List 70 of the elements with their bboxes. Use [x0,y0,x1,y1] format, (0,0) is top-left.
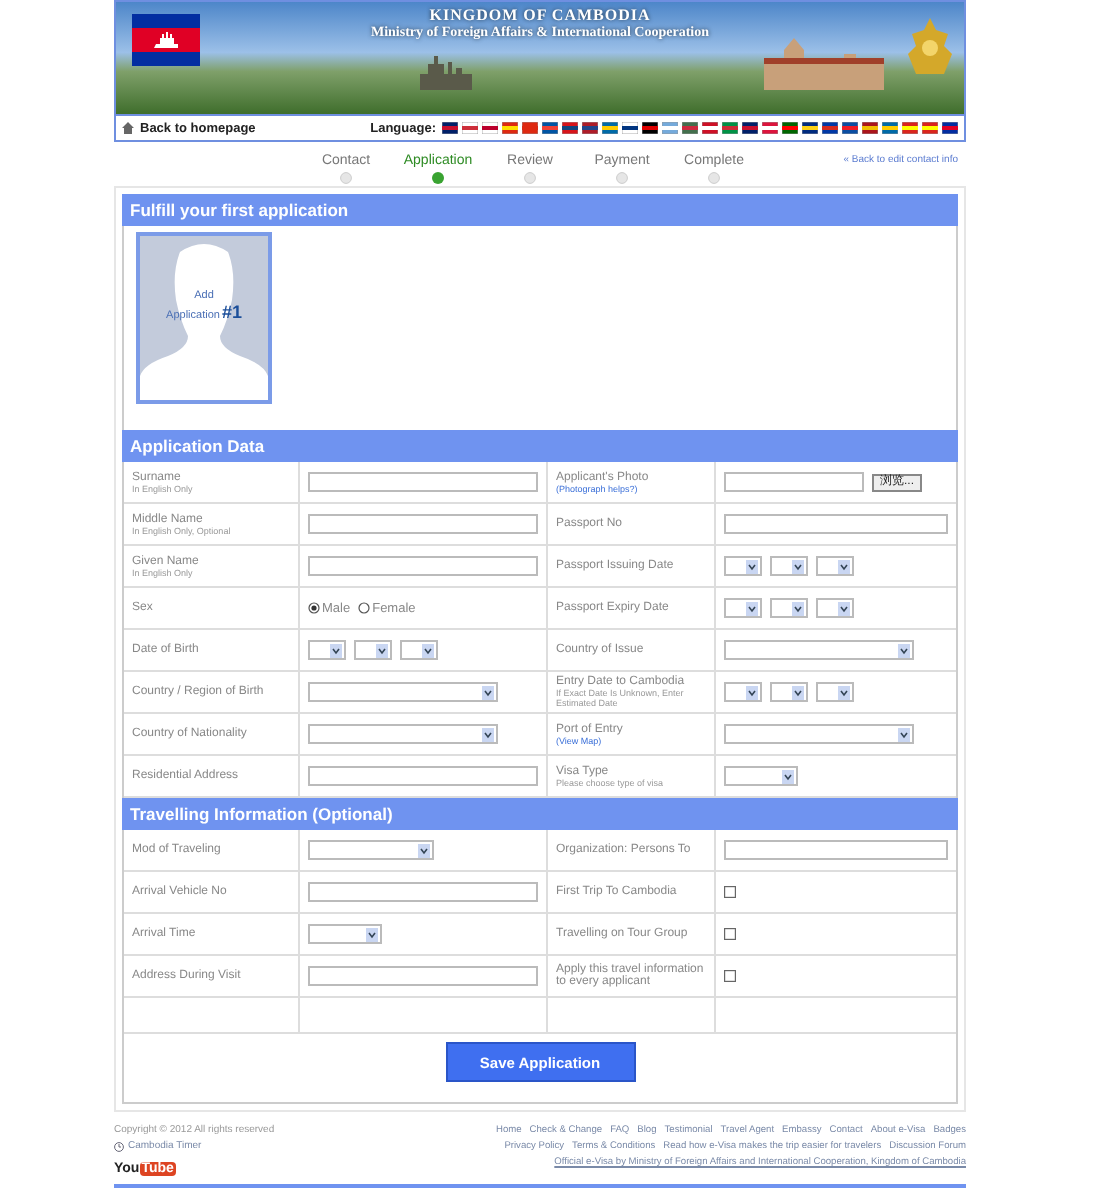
caret-icon [792,685,804,699]
dropdown[interactable] [770,556,808,576]
section-title: Application Data [130,436,265,456]
flag-icon[interactable] [622,122,638,134]
palace-drawing [764,38,884,90]
caret-icon [366,927,378,941]
input-field[interactable] [308,766,538,786]
flag-icon[interactable] [702,122,718,134]
input-field[interactable] [308,882,538,902]
caret-icon [746,559,758,573]
checkbox[interactable] [724,886,736,898]
flag-icon [132,14,200,66]
input-field[interactable] [308,556,538,576]
input-field[interactable] [724,840,948,860]
dropdown[interactable] [400,640,438,660]
dropdown[interactable] [724,724,914,744]
flag-icon[interactable] [462,122,478,134]
file-path-field[interactable] [724,472,864,492]
caret-icon [422,643,434,657]
emblem-icon [908,18,952,74]
caret-icon [838,685,850,699]
application-number: #1 [221,302,242,322]
dropdown[interactable] [724,640,914,660]
caret-icon [838,601,850,615]
dropdown[interactable] [724,766,798,786]
checkbox[interactable] [724,970,736,982]
home-icon [122,122,134,134]
caret-icon [376,643,388,657]
temple-drawing [416,50,476,90]
dropdown[interactable] [308,724,498,744]
radio-button[interactable] [308,602,320,614]
caret-icon [482,727,494,741]
checkbox[interactable] [724,928,736,940]
step-dot-icon [432,172,444,184]
dropdown[interactable] [308,924,382,944]
dropdown[interactable] [724,556,762,576]
dropdown[interactable] [816,598,854,618]
section-title: Travelling Information (Optional) [130,804,393,824]
dropdown[interactable] [770,598,808,618]
dropdown[interactable] [308,840,434,860]
flag-icon[interactable] [482,122,498,134]
caret-icon [792,601,804,615]
dropdown[interactable] [354,640,392,660]
caret-icon [746,601,758,615]
caret-icon [898,643,910,657]
caret-icon [782,769,794,783]
flag-icon[interactable] [802,122,818,134]
caret-icon [898,727,910,741]
flag-icon[interactable] [762,122,778,134]
input-field[interactable] [308,514,538,534]
radio-button[interactable] [358,602,371,614]
input-field[interactable] [308,966,538,986]
dropdown[interactable] [816,556,854,576]
input-field[interactable] [308,472,538,492]
caret-icon [482,685,494,699]
dropdown[interactable] [724,598,762,618]
caret-icon [792,559,804,573]
caret-icon [330,643,342,657]
section-title: Fulfill your first application [130,200,349,220]
caret-icon [838,559,850,573]
dropdown[interactable] [724,682,762,702]
clock-icon [114,1141,124,1151]
dropdown[interactable] [308,682,498,702]
dropdown[interactable] [770,682,808,702]
dropdown[interactable] [816,682,854,702]
site-title: KINGDOM OF CAMBODIA [429,6,651,24]
caret-icon [746,685,758,699]
dropdown[interactable] [308,640,346,660]
input-field[interactable] [724,514,948,534]
caret-icon [418,843,430,857]
